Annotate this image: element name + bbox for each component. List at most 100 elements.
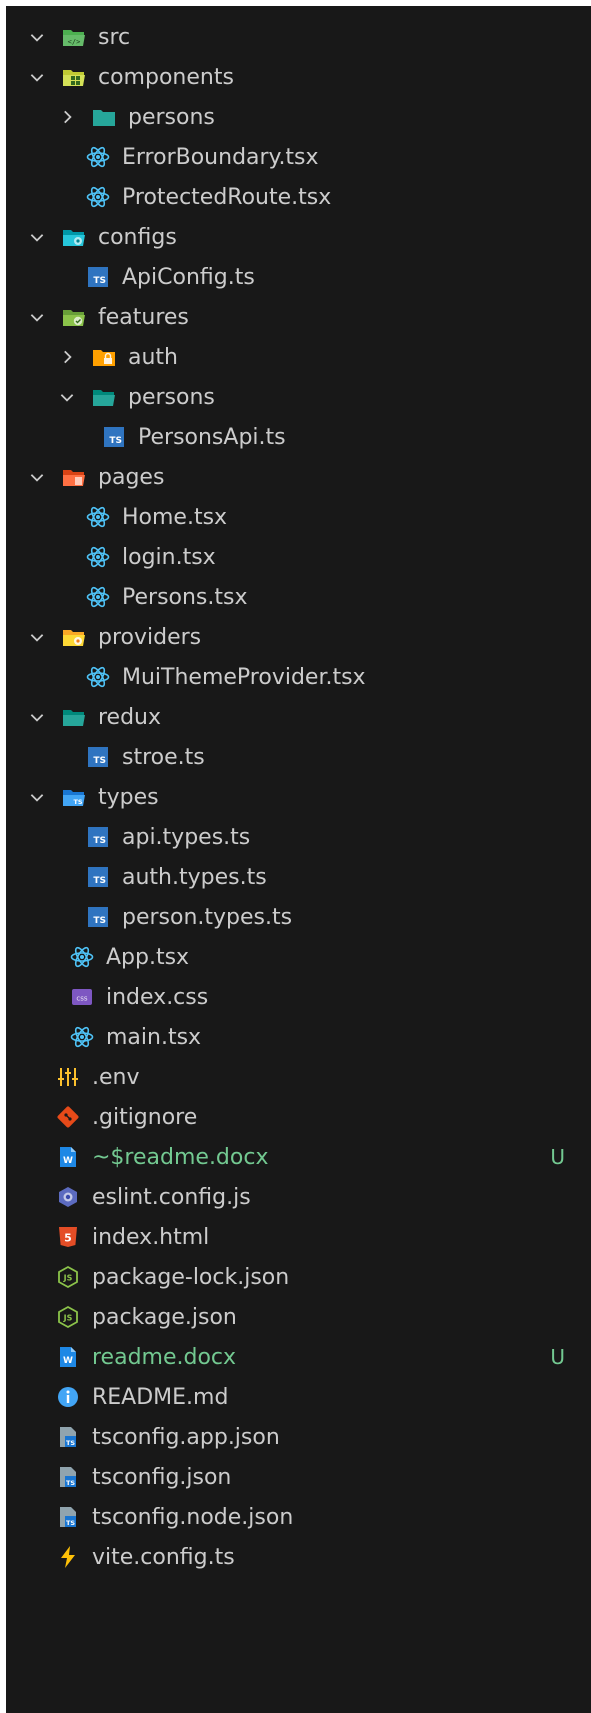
file-muithemeprovider-tsx[interactable]: MuiThemeProvider.tsx xyxy=(6,655,591,699)
row-label: Home.tsx xyxy=(122,504,228,530)
file-errorboundary-tsx[interactable]: ErrorBoundary.tsx xyxy=(6,135,591,179)
file-env[interactable]: .env xyxy=(6,1055,591,1099)
folder-providers-open-icon xyxy=(62,625,86,649)
folder-configs[interactable]: configs xyxy=(6,215,591,259)
file-readme-docx[interactable]: W readme.docx U xyxy=(6,1335,591,1379)
row-label: person.types.ts xyxy=(122,904,293,930)
html-icon: 5 xyxy=(56,1225,80,1249)
folder-config-open-icon xyxy=(62,225,86,249)
env-icon xyxy=(56,1065,80,1089)
row-label: auth xyxy=(128,344,178,370)
row-label: types xyxy=(98,784,159,810)
row-label: tsconfig.json xyxy=(92,1464,232,1490)
row-label: .gitignore xyxy=(92,1104,198,1130)
tsconfig-icon: TS xyxy=(56,1465,80,1489)
file-vite-config-ts[interactable]: vite.config.ts xyxy=(6,1535,591,1579)
file-eslint-config-js[interactable]: eslint.config.js xyxy=(6,1175,591,1219)
react-icon xyxy=(86,185,110,209)
file-tsconfig-json[interactable]: TS tsconfig.json xyxy=(6,1455,591,1499)
folder-closed-icon xyxy=(92,105,116,129)
git-icon xyxy=(56,1105,80,1129)
chevron-down-icon xyxy=(26,306,48,328)
folder-persons[interactable]: persons xyxy=(6,95,591,139)
row-label: auth.types.ts xyxy=(122,864,267,890)
file-apiconfig-ts[interactable]: TS ApiConfig.ts xyxy=(6,255,591,299)
folder-auth[interactable]: auth xyxy=(6,335,591,379)
row-label: tsconfig.node.json xyxy=(92,1504,294,1530)
tsconfig-icon: TS xyxy=(56,1425,80,1449)
svg-text:TS: TS xyxy=(66,1479,75,1487)
folder-open-icon xyxy=(92,385,116,409)
file-explorer: </> src components persons ErrorBoundary… xyxy=(6,6,591,1713)
row-label: api.types.ts xyxy=(122,824,251,850)
chevron-down-icon xyxy=(26,226,48,248)
react-icon xyxy=(86,545,110,569)
file-protectedroute-tsx[interactable]: ProtectedRoute.tsx xyxy=(6,175,591,219)
row-label: eslint.config.js xyxy=(92,1184,251,1210)
file-readme-md[interactable]: README.md xyxy=(6,1375,591,1419)
row-label: vite.config.ts xyxy=(92,1544,235,1570)
git-status-badge: U xyxy=(550,1145,565,1169)
file-app-tsx[interactable]: App.tsx xyxy=(6,935,591,979)
git-status-badge: U xyxy=(550,1345,565,1369)
svg-text:W: W xyxy=(63,1356,73,1366)
word-icon: W xyxy=(56,1345,80,1369)
file-gitignore[interactable]: .gitignore xyxy=(6,1095,591,1139)
row-label: stroe.ts xyxy=(122,744,205,770)
file-tsconfig-app-json[interactable]: TS tsconfig.app.json xyxy=(6,1415,591,1459)
file-personsapi-ts[interactable]: TS PersonsApi.ts xyxy=(6,415,591,459)
react-icon xyxy=(70,1025,94,1049)
svg-text:css: css xyxy=(76,995,87,1003)
svg-text:TS: TS xyxy=(66,1519,75,1527)
folder-persons-open[interactable]: persons xyxy=(6,375,591,419)
row-label: MuiThemeProvider.tsx xyxy=(122,664,366,690)
row-label: components xyxy=(98,64,234,90)
file-main-tsx[interactable]: main.tsx xyxy=(6,1015,591,1059)
file-person-types-ts[interactable]: TS person.types.ts xyxy=(6,895,591,939)
folder-components-open-icon xyxy=(62,65,86,89)
row-label: ErrorBoundary.tsx xyxy=(122,144,319,170)
typescript-icon: TS xyxy=(86,745,110,769)
svg-text:TS: TS xyxy=(73,798,82,806)
typescript-icon: TS xyxy=(86,825,110,849)
svg-text:5: 5 xyxy=(64,1232,72,1245)
react-icon xyxy=(70,945,94,969)
folder-pages[interactable]: pages xyxy=(6,455,591,499)
svg-text:</>: </> xyxy=(68,38,81,46)
folder-components[interactable]: components xyxy=(6,55,591,99)
file-index-html[interactable]: 5 index.html xyxy=(6,1215,591,1259)
row-label: tsconfig.app.json xyxy=(92,1424,280,1450)
chevron-down-icon xyxy=(56,386,78,408)
typescript-icon: TS xyxy=(86,865,110,889)
file-persons-tsx[interactable]: Persons.tsx xyxy=(6,575,591,619)
eslint-icon xyxy=(56,1185,80,1209)
file-package-lock-json[interactable]: JS package-lock.json xyxy=(6,1255,591,1299)
row-label: index.html xyxy=(92,1224,210,1250)
row-label: pages xyxy=(98,464,165,490)
folder-src[interactable]: </> src xyxy=(6,15,591,59)
file-index-css[interactable]: css index.css xyxy=(6,975,591,1019)
folder-features[interactable]: features xyxy=(6,295,591,339)
file-auth-types-ts[interactable]: TS auth.types.ts xyxy=(6,855,591,899)
row-label: readme.docx xyxy=(92,1344,237,1370)
css-icon: css xyxy=(70,985,94,1009)
word-icon: W xyxy=(56,1145,80,1169)
file-home-tsx[interactable]: Home.tsx xyxy=(6,495,591,539)
file-api-types-ts[interactable]: TS api.types.ts xyxy=(6,815,591,859)
file-package-json[interactable]: JS package.json xyxy=(6,1295,591,1339)
file-tsconfig-node-json[interactable]: TS tsconfig.node.json xyxy=(6,1495,591,1539)
nodejs-icon: JS xyxy=(56,1305,80,1329)
row-label: package.json xyxy=(92,1304,237,1330)
svg-text:JS: JS xyxy=(63,1274,73,1283)
chevron-right-icon xyxy=(56,346,78,368)
folder-redux[interactable]: redux xyxy=(6,695,591,739)
folder-types[interactable]: TS types xyxy=(6,775,591,819)
row-label: login.tsx xyxy=(122,544,216,570)
file-stroe-ts[interactable]: TS stroe.ts xyxy=(6,735,591,779)
tsconfig-icon: TS xyxy=(56,1505,80,1529)
row-label: ~$readme.docx xyxy=(92,1144,269,1170)
folder-providers[interactable]: providers xyxy=(6,615,591,659)
file-login-tsx[interactable]: login.tsx xyxy=(6,535,591,579)
file-tilde-readme-docx[interactable]: W ~$readme.docx U xyxy=(6,1135,591,1179)
row-label: persons xyxy=(128,384,215,410)
